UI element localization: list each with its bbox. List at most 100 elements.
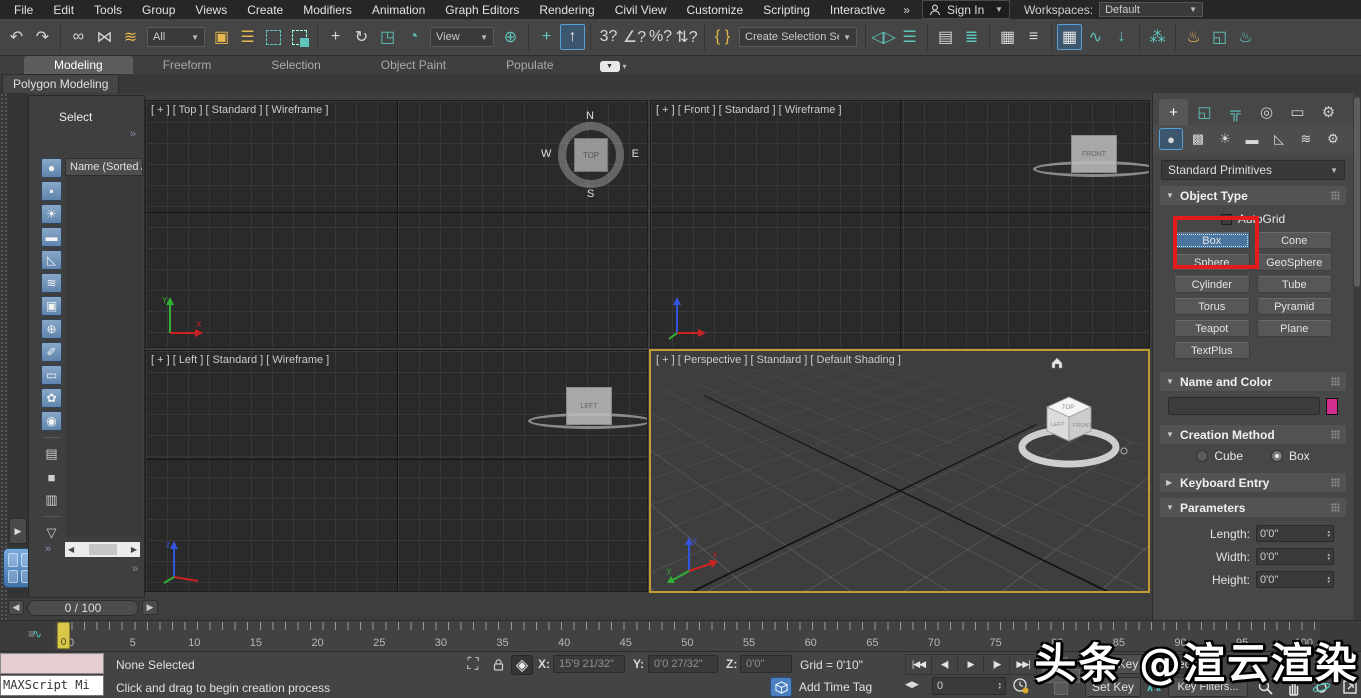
select-and-place-button[interactable]: ◔	[401, 24, 426, 50]
go-to-start-button[interactable]: |◀◀	[906, 655, 932, 674]
toggle-ribbon-button[interactable]: ▦	[1057, 24, 1082, 50]
menu-customize[interactable]: Customize	[677, 1, 754, 19]
curve-editor-button[interactable]: ∿	[1083, 24, 1108, 50]
parameter-field-length[interactable]: 0'0" ▴ ▾	[1256, 525, 1334, 542]
list-materials-icon[interactable]: ■	[41, 467, 62, 487]
dock-handle[interactable]	[0, 93, 8, 698]
use-pivot-center-button[interactable]: ⊕	[498, 24, 523, 50]
viewport-top[interactable]: [ + ] [ Top ] [ Standard ] [ Wireframe ]…	[145, 100, 648, 348]
viewport-perspective-active[interactable]: [ + ] [ Perspective ] [ Standard ] [ Def…	[649, 349, 1150, 593]
time-configuration-button[interactable]	[1012, 677, 1029, 698]
sign-in-button[interactable]: Sign In ▼	[921, 0, 1010, 19]
schematic-view-button[interactable]: ↓	[1109, 24, 1134, 50]
explorer-tree-area[interactable]	[65, 176, 143, 537]
render-setup-button[interactable]: ♨	[1181, 24, 1206, 50]
edit-named-selection-sets-button[interactable]: { }	[710, 24, 735, 50]
helpers-category-icon[interactable]: ◺	[1267, 128, 1291, 150]
object-type-rollout-header[interactable]: ▼ Object Type	[1160, 186, 1346, 205]
cube-radio[interactable]	[1196, 450, 1209, 462]
go-to-end-button[interactable]: ▶▶|	[1010, 655, 1036, 674]
ribbon-tab-freeform[interactable]: Freeform	[133, 56, 242, 74]
maxscript-mini-listener-input[interactable]: MAXScript Mi	[0, 675, 104, 696]
manage-layers-button[interactable]: ▦	[995, 24, 1020, 50]
display-helpers-icon[interactable]: ◺	[41, 250, 62, 270]
spinner-down[interactable]: ▾	[1327, 579, 1330, 584]
object-type-pyramid-button[interactable]: Pyramid	[1256, 298, 1332, 315]
menu-tools[interactable]: Tools	[84, 1, 132, 19]
scene-states-button[interactable]: ≡	[1021, 24, 1046, 50]
pan-navigation-pad[interactable]	[1040, 655, 1080, 695]
timeline-ruler[interactable]: 0 5 10 15 20 25 30 35 40 45 50 55 60 65 70 75 80 85 90 95 10…	[55, 621, 1320, 651]
menu-views[interactable]: Views	[185, 1, 237, 19]
maximize-viewport-toggle-button[interactable]	[1339, 677, 1360, 697]
menu-edit[interactable]: Edit	[43, 1, 84, 19]
ribbon-tab-populate[interactable]: Populate	[476, 56, 583, 74]
select-object-button[interactable]: ▣	[209, 24, 234, 50]
compass-east[interactable]: E	[632, 148, 639, 160]
object-type-cylinder-button[interactable]: Cylinder	[1174, 276, 1250, 293]
keyboard-shortcut-override-button[interactable]: ↑	[560, 24, 585, 50]
isolate-selection-icon[interactable]: ⛶	[462, 655, 484, 675]
bind-to-spacewarp-button[interactable]: ≋	[118, 24, 143, 50]
object-color-swatch[interactable]	[1326, 397, 1338, 415]
menu-scripting[interactable]: Scripting	[753, 1, 820, 19]
menu-group[interactable]: Group	[132, 1, 185, 19]
ribbon-tab-selection[interactable]: Selection	[241, 56, 350, 74]
unlink-selection-button[interactable]: ⋈	[92, 24, 117, 50]
menu-civil-view[interactable]: Civil View	[605, 1, 677, 19]
object-type-geosphere-button[interactable]: GeoSphere	[1256, 254, 1332, 271]
lights-category-icon[interactable]: ☀	[1213, 128, 1237, 150]
y-coordinate-field[interactable]: 0'0 27/32"	[648, 655, 718, 673]
viewcube-left-face[interactable]: LEFT	[566, 387, 612, 425]
polygon-modeling-panel-tab[interactable]: Polygon Modeling	[2, 74, 120, 93]
display-bones-icon[interactable]: ✿	[41, 388, 62, 408]
viewport-front[interactable]: [ + ] [ Front ] [ Standard ] [ Wireframe…	[650, 100, 1150, 348]
menu-file[interactable]: File	[4, 1, 43, 19]
object-type-torus-button[interactable]: Torus	[1174, 298, 1250, 315]
expand-panel-button[interactable]: ▶	[9, 518, 27, 544]
selection-lock-icon[interactable]	[487, 655, 509, 675]
explorer-overflow-chevron[interactable]: »	[130, 128, 136, 140]
cube-radio-option[interactable]: Cube	[1196, 449, 1243, 463]
list-layers-icon[interactable]: ▤	[41, 444, 62, 464]
creation-method-rollout-header[interactable]: ▼ Creation Method	[1160, 425, 1346, 444]
z-coordinate-field[interactable]: 0'0"	[740, 655, 792, 673]
toggle-layer-explorer-button[interactable]: ≣	[959, 24, 984, 50]
add-time-tag[interactable]: Add Time Tag	[770, 677, 872, 697]
spinner-icon[interactable]: ▴ ▾	[1327, 575, 1330, 584]
utilities-tab[interactable]: ⚙	[1314, 99, 1343, 125]
key-selection-dropdown[interactable]: Selected	[1147, 654, 1221, 674]
object-type-plane-button[interactable]: Plane	[1256, 320, 1332, 337]
x-coordinate-field[interactable]: 15'9 21/32"	[553, 655, 625, 673]
auto-key-button[interactable]: Auto Key	[1085, 654, 1143, 674]
rendered-frame-window-button[interactable]: ◱	[1207, 24, 1232, 50]
object-type-textplus-button[interactable]: TextPlus	[1174, 342, 1250, 359]
shapes-category-icon[interactable]: ▩	[1186, 128, 1210, 150]
next-frame-arrow-button[interactable]: ▶	[142, 600, 158, 615]
spinner-icon[interactable]: ▴ ▾	[998, 682, 1001, 691]
display-objects-icon[interactable]: ✐	[41, 342, 62, 362]
box-radio[interactable]	[1271, 450, 1283, 462]
next-frame-button[interactable]: |▶	[984, 655, 1010, 674]
set-keys-icon[interactable]	[1144, 678, 1164, 698]
angle-snap-button[interactable]: ∠?	[622, 24, 647, 50]
toggle-scene-explorer-button[interactable]: ▤	[933, 24, 958, 50]
explorer-overflow-chevron[interactable]: »	[132, 563, 138, 575]
display-lights-icon[interactable]: ☀	[41, 204, 62, 224]
display-visibility-eye-icon[interactable]: ◉	[41, 411, 62, 431]
viewport-left[interactable]: [ + ] [ Left ] [ Standard ] [ Wireframe …	[145, 350, 648, 592]
systems-category-icon[interactable]: ⚙	[1321, 128, 1345, 150]
explorer-horizontal-scrollbar[interactable]: ◀ ▶	[65, 542, 140, 557]
primitive-category-dropdown[interactable]: Standard Primitives ▼	[1161, 160, 1345, 180]
set-key-button[interactable]: Set Key	[1085, 677, 1141, 697]
select-and-move-button[interactable]: +	[323, 24, 348, 50]
scrollbar-thumb[interactable]	[88, 544, 117, 555]
cameras-category-icon[interactable]: ▬	[1240, 128, 1264, 150]
geometry-category-icon[interactable]: ●	[1159, 128, 1183, 150]
snaps-toggle-3d-button[interactable]: 3?	[596, 24, 621, 50]
scrollbar-thumb[interactable]	[1354, 97, 1360, 287]
select-and-manipulate-button[interactable]: +	[534, 24, 559, 50]
display-geometry-icon[interactable]: ●	[41, 158, 62, 178]
select-by-name-button[interactable]: ☰	[235, 24, 260, 50]
previous-frame-arrow-button[interactable]: ◀	[8, 600, 24, 615]
